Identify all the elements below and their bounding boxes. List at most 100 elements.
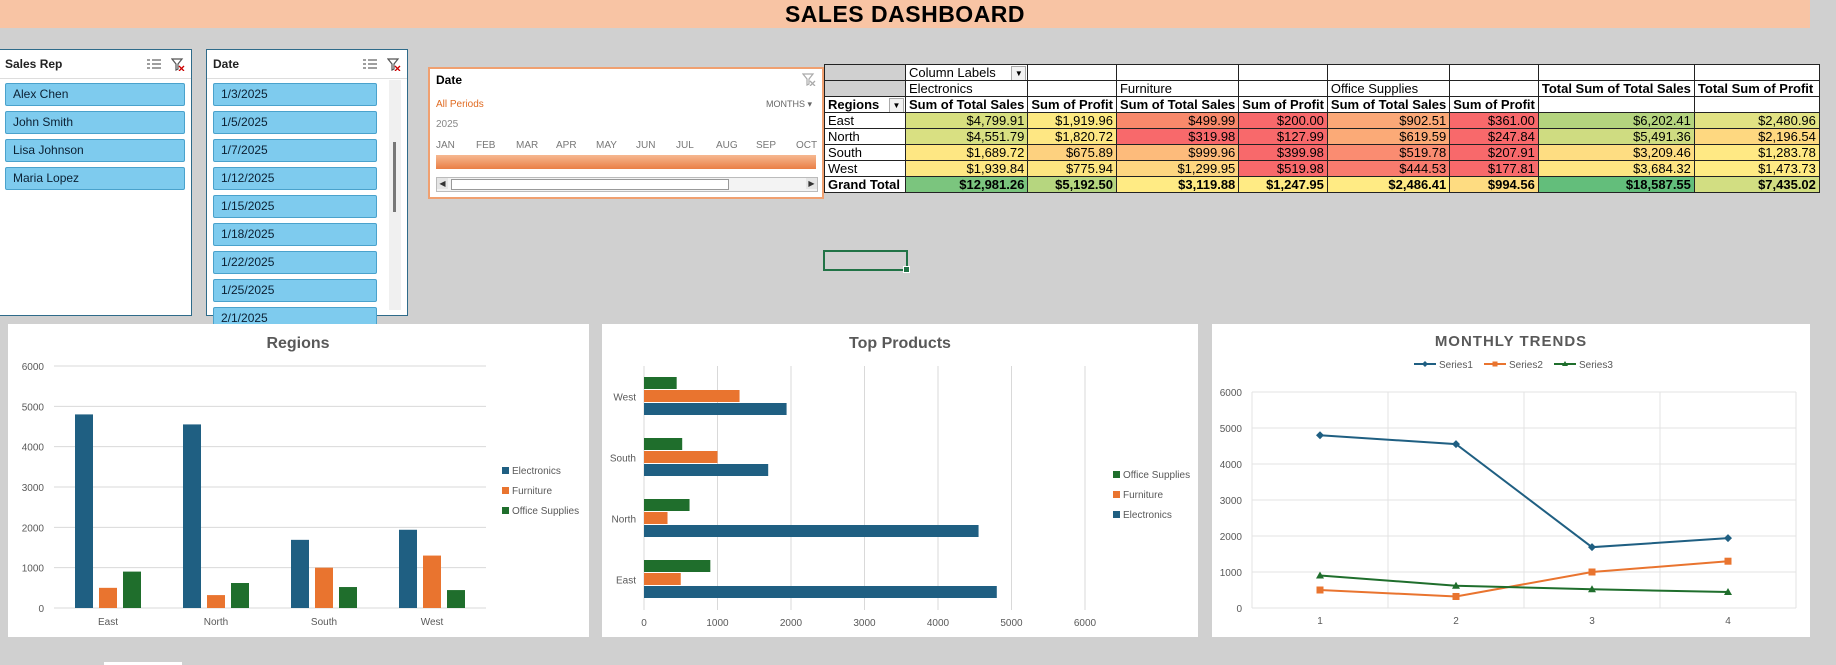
- pivot-value-cell[interactable]: $7,435.02: [1693, 176, 1820, 193]
- bar-furniture[interactable]: [644, 451, 718, 463]
- pivot-value-cell[interactable]: $999.96: [1115, 144, 1240, 161]
- multi-select-icon[interactable]: [147, 58, 161, 70]
- top-products-chart[interactable]: Top Products 0 1000 2000 3000 4000 5000 6000 Eas…: [602, 324, 1198, 637]
- data-point-marker[interactable]: [1588, 568, 1596, 576]
- bar-electronics[interactable]: [75, 414, 93, 608]
- time-level-dropdown[interactable]: MONTHS ▾: [766, 99, 812, 110]
- pivot-value-cell[interactable]: $1,473.73: [1693, 160, 1820, 177]
- bar-electronics[interactable]: [644, 403, 787, 415]
- pivot-value-cell[interactable]: $1,919.96: [1027, 112, 1117, 129]
- monthly-trends-chart[interactable]: MONTHLY TRENDS Series1 Series2 Series3 0 1000…: [1212, 324, 1810, 637]
- bar-office-supplies[interactable]: [339, 587, 357, 608]
- region-label[interactable]: West: [824, 160, 906, 177]
- category-header[interactable]: Electronics: [904, 80, 1029, 97]
- scrollbar-thumb[interactable]: [451, 179, 729, 190]
- slicer-item[interactable]: 1/15/2025: [213, 195, 377, 218]
- data-point-marker[interactable]: [1452, 592, 1460, 600]
- region-label[interactable]: Grand Total: [824, 176, 906, 193]
- pivot-value-cell[interactable]: $619.59: [1326, 128, 1451, 145]
- data-point-marker[interactable]: [1492, 361, 1498, 367]
- slicer-item[interactable]: Lisa Johnson: [5, 139, 185, 162]
- pivot-value-cell[interactable]: $775.94: [1027, 160, 1117, 177]
- bar-office-supplies[interactable]: [447, 590, 465, 608]
- pivot-value-cell[interactable]: $499.99: [1115, 112, 1240, 129]
- bar-furniture[interactable]: [207, 595, 225, 608]
- pivot-value-cell[interactable]: $1,247.95: [1238, 176, 1328, 193]
- slicer-item[interactable]: 1/18/2025: [213, 223, 377, 246]
- pivot-value-cell[interactable]: $3,684.32: [1537, 160, 1695, 177]
- pivot-value-cell[interactable]: $319.98: [1115, 128, 1240, 145]
- slicer-item[interactable]: Maria Lopez: [5, 167, 185, 190]
- region-label[interactable]: North: [824, 128, 906, 145]
- clear-filter-icon[interactable]: [802, 73, 816, 86]
- slicer-item[interactable]: 1/25/2025: [213, 279, 377, 302]
- clear-filter-icon[interactable]: [387, 57, 401, 71]
- data-point-marker[interactable]: [1422, 361, 1428, 367]
- pivot-value-cell[interactable]: $519.98: [1238, 160, 1328, 177]
- sales-rep-slicer[interactable]: Sales Rep Alex Chen John Smith Lisa Johnso…: [0, 49, 192, 316]
- clear-filter-icon[interactable]: [171, 57, 185, 71]
- pivot-value-cell[interactable]: $399.98: [1238, 144, 1328, 161]
- scroll-right-icon[interactable]: ▶: [806, 178, 817, 189]
- pivot-value-cell[interactable]: $5,192.50: [1027, 176, 1117, 193]
- pivot-value-cell[interactable]: $1,939.84: [904, 160, 1029, 177]
- column-labels-dropdown[interactable]: Column Labels ▼: [904, 64, 1029, 81]
- bar-electronics[interactable]: [644, 525, 979, 537]
- category-header[interactable]: Furniture: [1115, 80, 1240, 97]
- pivot-value-cell[interactable]: $1,283.78: [1693, 144, 1820, 161]
- pivot-value-cell[interactable]: $4,799.91: [904, 112, 1029, 129]
- slicer-item[interactable]: Alex Chen: [5, 83, 185, 106]
- bar-electronics[interactable]: [291, 539, 309, 608]
- pivot-value-cell[interactable]: $4,551.79: [904, 128, 1029, 145]
- bar-furniture[interactable]: [423, 555, 441, 608]
- pivot-value-cell[interactable]: $177.81: [1449, 160, 1539, 177]
- pivot-value-cell[interactable]: $2,480.96: [1693, 112, 1820, 129]
- bar-furniture[interactable]: [644, 390, 740, 402]
- pivot-value-cell[interactable]: $207.91: [1449, 144, 1539, 161]
- slicer-item[interactable]: 1/3/2025: [213, 83, 377, 106]
- slicer-item[interactable]: 1/22/2025: [213, 251, 377, 274]
- date-slicer[interactable]: Date 1/3/2025 1/5/2025 1/7/2025 1/12/2025 1/…: [206, 49, 408, 330]
- pivot-value-cell[interactable]: $1,689.72: [904, 144, 1029, 161]
- pivot-value-cell[interactable]: $127.99: [1238, 128, 1328, 145]
- bar-electronics[interactable]: [183, 424, 201, 608]
- bar-furniture[interactable]: [99, 587, 117, 608]
- region-label[interactable]: East: [824, 112, 906, 129]
- pivot-value-cell[interactable]: $12,981.26: [904, 176, 1029, 193]
- pivot-value-cell[interactable]: $6,202.41: [1537, 112, 1695, 129]
- slicer-item[interactable]: John Smith: [5, 111, 185, 134]
- timeline-scrollbar[interactable]: ◀ ▶: [436, 177, 818, 192]
- bar-furniture[interactable]: [315, 567, 333, 608]
- bar-office-supplies[interactable]: [644, 438, 683, 450]
- slicer-item[interactable]: 1/12/2025: [213, 167, 377, 190]
- pivot-value-cell[interactable]: $994.56: [1449, 176, 1539, 193]
- timeline-period-bar[interactable]: [436, 155, 816, 169]
- data-point-marker[interactable]: [1724, 557, 1732, 565]
- slicer-item[interactable]: 1/7/2025: [213, 139, 377, 162]
- pivot-value-cell[interactable]: $2,486.41: [1326, 176, 1451, 193]
- selected-cell[interactable]: [823, 250, 910, 273]
- pivot-value-cell[interactable]: $519.78: [1326, 144, 1451, 161]
- pivot-value-cell[interactable]: $1,820.72: [1027, 128, 1117, 145]
- pivot-value-cell[interactable]: $247.84: [1449, 128, 1539, 145]
- pivot-value-cell[interactable]: $361.00: [1449, 112, 1539, 129]
- data-point-marker[interactable]: [1724, 534, 1732, 543]
- pivot-value-cell[interactable]: $2,196.54: [1693, 128, 1820, 145]
- pivot-value-cell[interactable]: $18,587.55: [1537, 176, 1695, 193]
- bar-furniture[interactable]: [644, 512, 668, 524]
- bar-electronics[interactable]: [399, 529, 417, 608]
- pivot-value-cell[interactable]: $5,491.36: [1537, 128, 1695, 145]
- filter-dropdown-icon[interactable]: ▼: [1011, 66, 1027, 80]
- bar-office-supplies[interactable]: [231, 583, 249, 608]
- bar-office-supplies[interactable]: [644, 560, 711, 572]
- pivot-value-cell[interactable]: $3,119.88: [1115, 176, 1240, 193]
- bar-electronics[interactable]: [644, 464, 769, 476]
- pivot-value-cell[interactable]: $3,209.46: [1537, 144, 1695, 161]
- pivot-value-cell[interactable]: $444.53: [1326, 160, 1451, 177]
- regions-chart[interactable]: Regions 0 1000 2000 3000 4000 5000 6000 East Nort…: [8, 324, 589, 637]
- region-label[interactable]: South: [824, 144, 906, 161]
- bar-office-supplies[interactable]: [644, 499, 690, 511]
- pivot-value-cell[interactable]: $200.00: [1238, 112, 1328, 129]
- data-point-marker[interactable]: [1316, 586, 1324, 594]
- bar-electronics[interactable]: [644, 586, 997, 598]
